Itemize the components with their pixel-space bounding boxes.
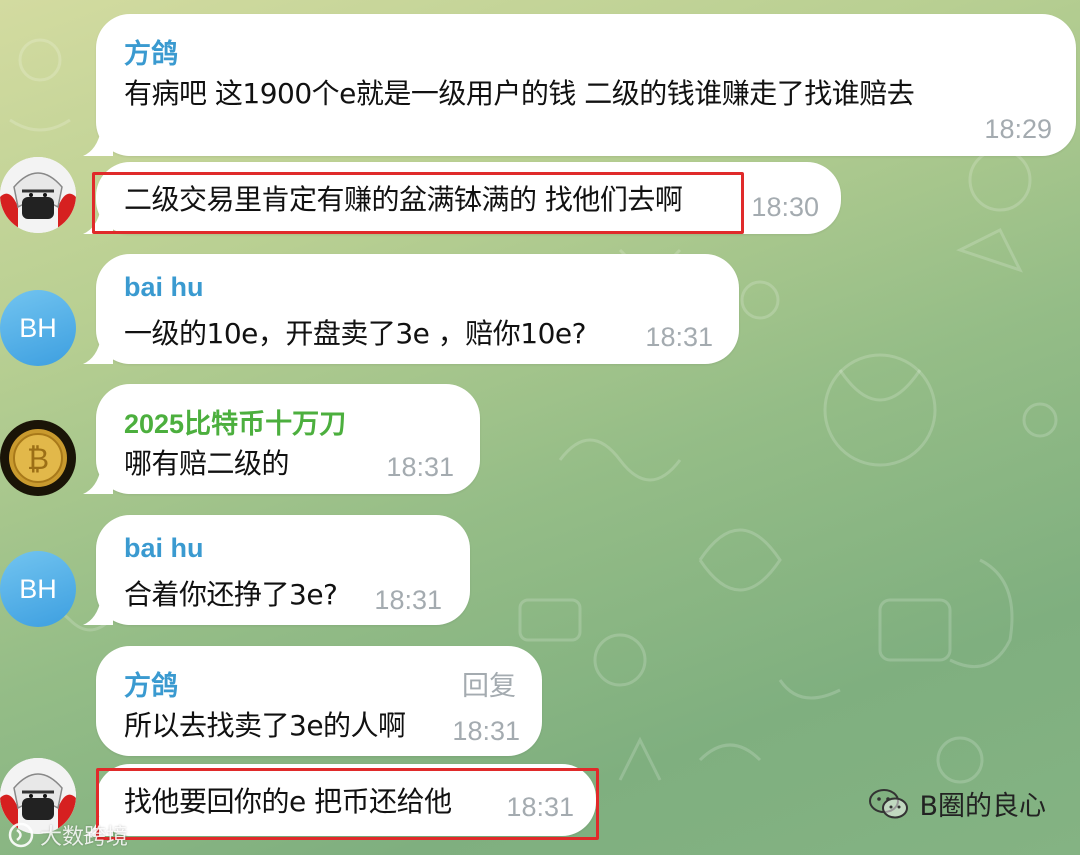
sender-name[interactable]: 方鸽	[124, 32, 178, 71]
user-avatar-bh[interactable]: BH	[0, 290, 76, 366]
avatar-initials: BH	[19, 312, 57, 343]
avatar-initials: BH	[19, 573, 57, 604]
message-time: 18:31	[506, 792, 574, 822]
message-bubble-1[interactable]: 方鸽 有病吧 这1900个e就是一级用户的钱 二级的钱谁赚走了找谁赔去 18:2…	[83, 14, 1076, 156]
message-bubble-6[interactable]: 方鸽 回复 所以去找卖了3e的人啊 18:31	[96, 646, 542, 756]
message-text: 所以去找卖了3e的人啊	[124, 709, 406, 742]
sender-name[interactable]: bai hu	[124, 272, 204, 303]
watermark-left-text: 大数跨境	[40, 825, 129, 850]
message-time: 18:31	[386, 452, 454, 482]
message-text: 找他要回你的e 把币还给他	[124, 785, 452, 818]
user-avatar[interactable]	[0, 157, 76, 233]
message-bubble-4[interactable]: 2025比特币十万刀 哪有赔二级的 18:31	[83, 384, 480, 494]
reply-button[interactable]: 回复	[462, 664, 516, 703]
message-time: 18:31	[374, 585, 442, 615]
watermark-logo-icon	[8, 822, 34, 848]
message-bubble-7[interactable]: 找他要回你的e 把币还给他 18:31	[83, 764, 596, 836]
message-time: 18:31	[645, 322, 713, 352]
message-time: 18:29	[984, 114, 1052, 144]
bubble-tail	[83, 130, 113, 156]
wechat-watermark-text: B圈的良心	[919, 791, 1046, 822]
message-text: 有病吧 这1900个e就是一级用户的钱 二级的钱谁赚走了找谁赔去	[124, 77, 915, 110]
bitcoin-coin-icon: ₿	[2, 422, 74, 494]
anime-avatar-icon	[0, 157, 76, 233]
message-time: 18:30	[751, 192, 819, 222]
message-time: 18:31	[452, 716, 520, 746]
message-text: 哪有赔二级的	[124, 447, 290, 480]
bubble-tail	[83, 599, 113, 625]
bubble-tail	[83, 338, 113, 364]
message-text: 二级交易里肯定有赚的盆满钵满的 找他们去啊	[124, 183, 683, 216]
message-bubble-3[interactable]: bai hu 一级的10e，开盘卖了3e ，赔你10e? 18:31	[83, 254, 739, 364]
message-bubble-2[interactable]: 二级交易里肯定有赚的盆满钵满的 找他们去啊 18:30	[83, 162, 841, 234]
bubble-tail	[83, 208, 113, 234]
user-avatar-bitcoin[interactable]: ₿	[0, 420, 76, 496]
sender-name[interactable]: 方鸽	[124, 664, 178, 703]
message-text: 合着你还挣了3e?	[124, 578, 338, 611]
message-bubble-5[interactable]: bai hu 合着你还挣了3e? 18:31	[83, 515, 470, 625]
sender-name[interactable]: 2025比特币十万刀	[124, 402, 346, 441]
message-text: 一级的10e，开盘卖了3e ，赔你10e?	[124, 317, 587, 350]
wechat-icon	[869, 788, 909, 818]
wechat-watermark: B圈的良心	[869, 784, 1046, 823]
bottom-left-watermark: 大数跨境	[8, 819, 128, 851]
user-avatar-bh[interactable]: BH	[0, 551, 76, 627]
sender-name[interactable]: bai hu	[124, 533, 204, 564]
bubble-tail	[83, 468, 113, 494]
svg-text:₿: ₿	[27, 442, 49, 477]
